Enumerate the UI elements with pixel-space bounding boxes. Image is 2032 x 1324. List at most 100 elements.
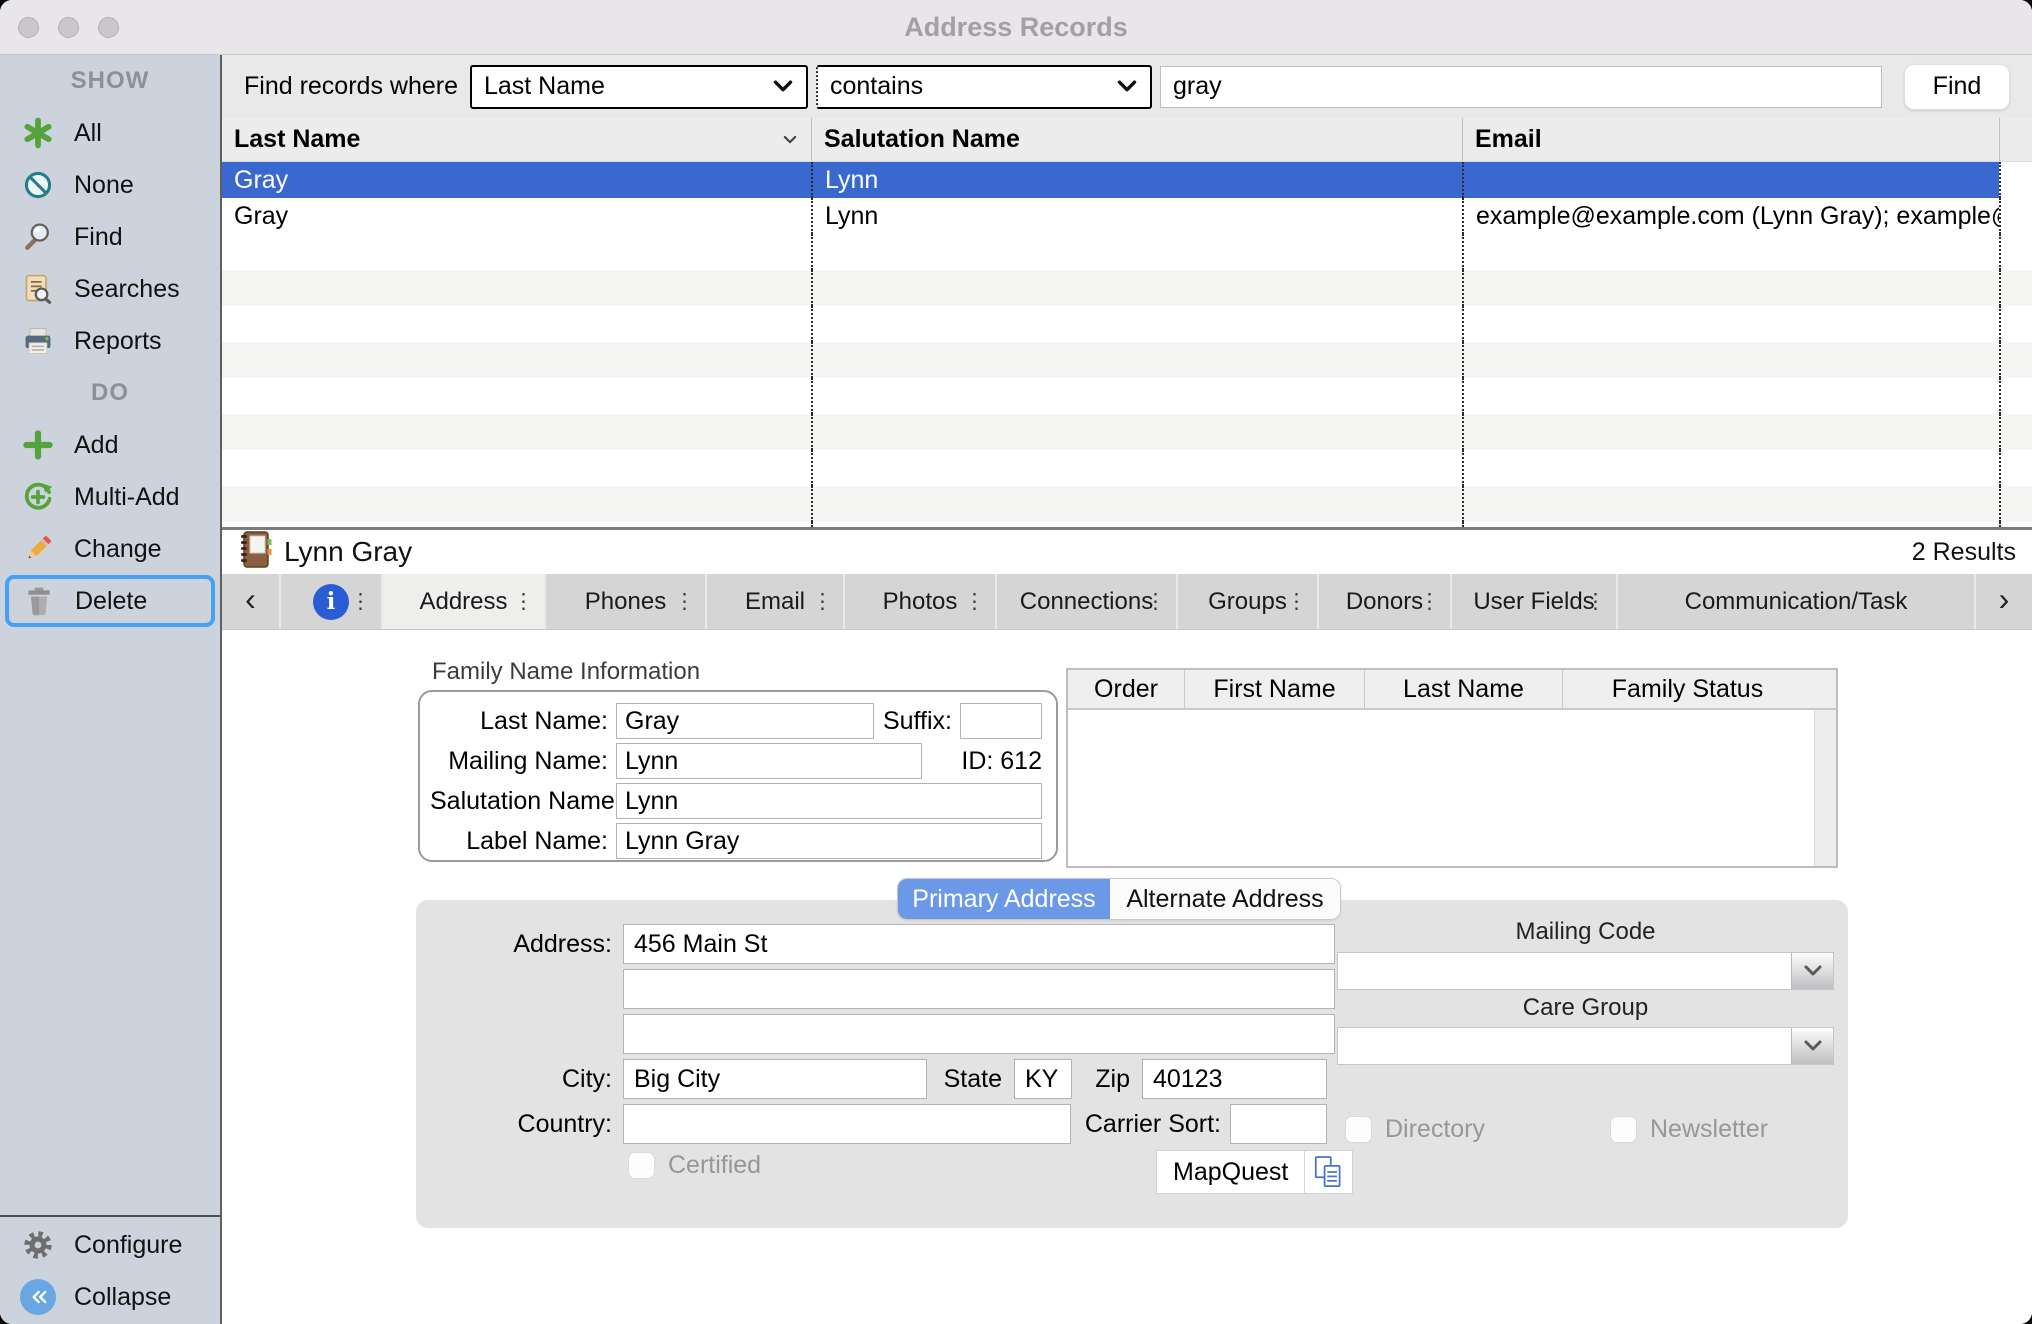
kebab-menu-icon[interactable]: ⋮ xyxy=(674,589,695,614)
tabs-scroll-left[interactable]: ‹ xyxy=(222,574,281,629)
care-group-select[interactable] xyxy=(1337,1027,1834,1065)
sidebar-item-change[interactable]: Change xyxy=(0,523,220,575)
column-header-family-status[interactable]: Family Status xyxy=(1562,670,1812,708)
country-input[interactable] xyxy=(623,1104,1071,1144)
tab-connections[interactable]: Connections ⋮ xyxy=(997,574,1178,629)
mapquest-button[interactable]: MapQuest xyxy=(1157,1151,1304,1193)
empty-row xyxy=(222,234,2032,270)
suffix-label: Suffix: xyxy=(883,707,952,736)
primary-address-tab[interactable]: Primary Address xyxy=(898,879,1110,919)
sidebar-item-label: Searches xyxy=(74,275,180,304)
tab-communication-task[interactable]: Communication/Task xyxy=(1618,574,1976,629)
city-input[interactable] xyxy=(623,1059,927,1099)
kebab-menu-icon[interactable]: ⋮ xyxy=(812,589,833,614)
zoom-button[interactable] xyxy=(98,17,119,38)
carrier-sort-input[interactable] xyxy=(1230,1104,1327,1144)
address-line2-input[interactable] xyxy=(623,969,1335,1009)
tab-user-fields[interactable]: User Fields ⋮ xyxy=(1452,574,1618,629)
detail-tab-bar: ‹ i ⋮ Address ⋮ Phones ⋮ Email ⋮ Photos … xyxy=(222,574,2032,630)
directory-label: Directory xyxy=(1385,1116,1485,1143)
address-book-icon xyxy=(238,530,272,575)
column-header-salutation-name[interactable]: Salutation Name xyxy=(811,118,1462,161)
column-header-last-name[interactable]: Last Name xyxy=(222,118,811,161)
sidebar-item-label: Collapse xyxy=(74,1283,171,1312)
sidebar-item-label: Delete xyxy=(75,587,147,616)
kebab-menu-icon[interactable]: ⋮ xyxy=(964,589,985,614)
sidebar-item-reports[interactable]: Reports xyxy=(0,315,220,367)
sidebar-item-all[interactable]: All xyxy=(0,107,220,159)
copy-address-button[interactable] xyxy=(1304,1151,1352,1193)
tabs-scroll-right[interactable]: › xyxy=(1976,574,2032,629)
address-type-segmented-control: Primary Address Alternate Address xyxy=(897,878,1341,920)
tab-phones[interactable]: Phones ⋮ xyxy=(546,574,707,629)
tab-address[interactable]: Address ⋮ xyxy=(383,574,546,629)
country-label: Country: xyxy=(416,1104,612,1144)
kebab-menu-icon[interactable]: ⋮ xyxy=(350,589,371,614)
column-header-first-name[interactable]: First Name xyxy=(1184,670,1364,708)
cycle-plus-icon xyxy=(20,479,56,515)
sidebar-item-delete[interactable]: Delete xyxy=(5,575,215,627)
column-header-order[interactable]: Order xyxy=(1068,670,1184,708)
sidebar-item-label: All xyxy=(74,119,102,148)
tab-groups[interactable]: Groups ⋮ xyxy=(1178,574,1319,629)
scrollbar-track[interactable] xyxy=(1814,710,1836,866)
address-line1-input[interactable] xyxy=(623,924,1335,964)
close-button[interactable] xyxy=(18,17,39,38)
sidebar-item-searches[interactable]: Searches xyxy=(0,263,220,315)
certified-checkbox[interactable] xyxy=(628,1152,655,1179)
kebab-menu-icon[interactable]: ⋮ xyxy=(1585,589,1606,614)
sidebar-section-do: DO xyxy=(0,367,220,419)
sidebar-item-find[interactable]: Find xyxy=(0,211,220,263)
salutation-name-label: Salutation Name: xyxy=(430,787,608,816)
empty-row xyxy=(222,270,2032,306)
sidebar-item-label: Reports xyxy=(74,327,162,356)
tab-info[interactable]: i ⋮ xyxy=(281,574,383,629)
kebab-menu-icon[interactable]: ⋮ xyxy=(513,589,534,614)
tab-donors[interactable]: Donors ⋮ xyxy=(1319,574,1452,629)
chevron-left-icon: ‹ xyxy=(245,581,256,622)
table-row[interactable]: Gray Lynn example@example.com (Lynn Gray… xyxy=(222,198,2032,234)
search-query-input[interactable] xyxy=(1160,66,1882,108)
mailing-name-input[interactable] xyxy=(616,743,922,779)
carrier-sort-label: Carrier Sort: xyxy=(1016,1104,1221,1144)
record-bar: Lynn Gray 2 Results xyxy=(222,527,2032,574)
suffix-input[interactable] xyxy=(960,703,1042,739)
mailing-code-select[interactable] xyxy=(1337,952,1834,990)
operator-select[interactable]: contains xyxy=(816,65,1152,109)
operator-select-value: contains xyxy=(830,72,923,101)
trash-icon xyxy=(21,583,57,619)
sidebar-item-add[interactable]: Add xyxy=(0,419,220,471)
header-scrollbar-gutter xyxy=(1999,118,2032,161)
sidebar-item-multi-add[interactable]: Multi-Add xyxy=(0,471,220,523)
address-line3-input[interactable] xyxy=(623,1014,1335,1054)
sidebar-item-collapse[interactable]: Collapse xyxy=(0,1271,220,1323)
circle-slash-icon xyxy=(20,167,56,203)
alternate-address-tab[interactable]: Alternate Address xyxy=(1110,879,1340,919)
newsletter-checkbox[interactable] xyxy=(1610,1116,1637,1143)
gear-icon xyxy=(20,1227,56,1263)
kebab-menu-icon[interactable]: ⋮ xyxy=(1145,589,1166,614)
empty-row xyxy=(222,522,2032,527)
last-name-input[interactable] xyxy=(616,703,874,739)
kebab-menu-icon[interactable]: ⋮ xyxy=(1419,589,1440,614)
empty-row xyxy=(222,378,2032,414)
kebab-menu-icon[interactable]: ⋮ xyxy=(1286,589,1307,614)
chevron-down-icon xyxy=(1791,953,1833,989)
directory-checkbox[interactable] xyxy=(1345,1116,1372,1143)
tab-photos[interactable]: Photos ⋮ xyxy=(845,574,997,629)
minimize-button[interactable] xyxy=(58,17,79,38)
salutation-name-input[interactable] xyxy=(616,783,1042,819)
column-header-email[interactable]: Email xyxy=(1462,118,1999,161)
main-content: Find records where Last Name contains Fi… xyxy=(222,55,2032,1324)
table-row-selected[interactable]: Gray Lynn xyxy=(222,162,2032,198)
tab-email[interactable]: Email ⋮ xyxy=(707,574,845,629)
sidebar-item-none[interactable]: None xyxy=(0,159,220,211)
find-button[interactable]: Find xyxy=(1904,64,2010,110)
chevron-down-icon xyxy=(772,79,794,94)
field-select[interactable]: Last Name xyxy=(470,65,808,109)
zip-input[interactable] xyxy=(1142,1059,1327,1099)
label-name-input[interactable] xyxy=(616,823,1042,859)
certified-label: Certified xyxy=(668,1152,761,1179)
column-header-last-name[interactable]: Last Name xyxy=(1364,670,1562,708)
sidebar-item-configure[interactable]: Configure xyxy=(0,1219,220,1271)
